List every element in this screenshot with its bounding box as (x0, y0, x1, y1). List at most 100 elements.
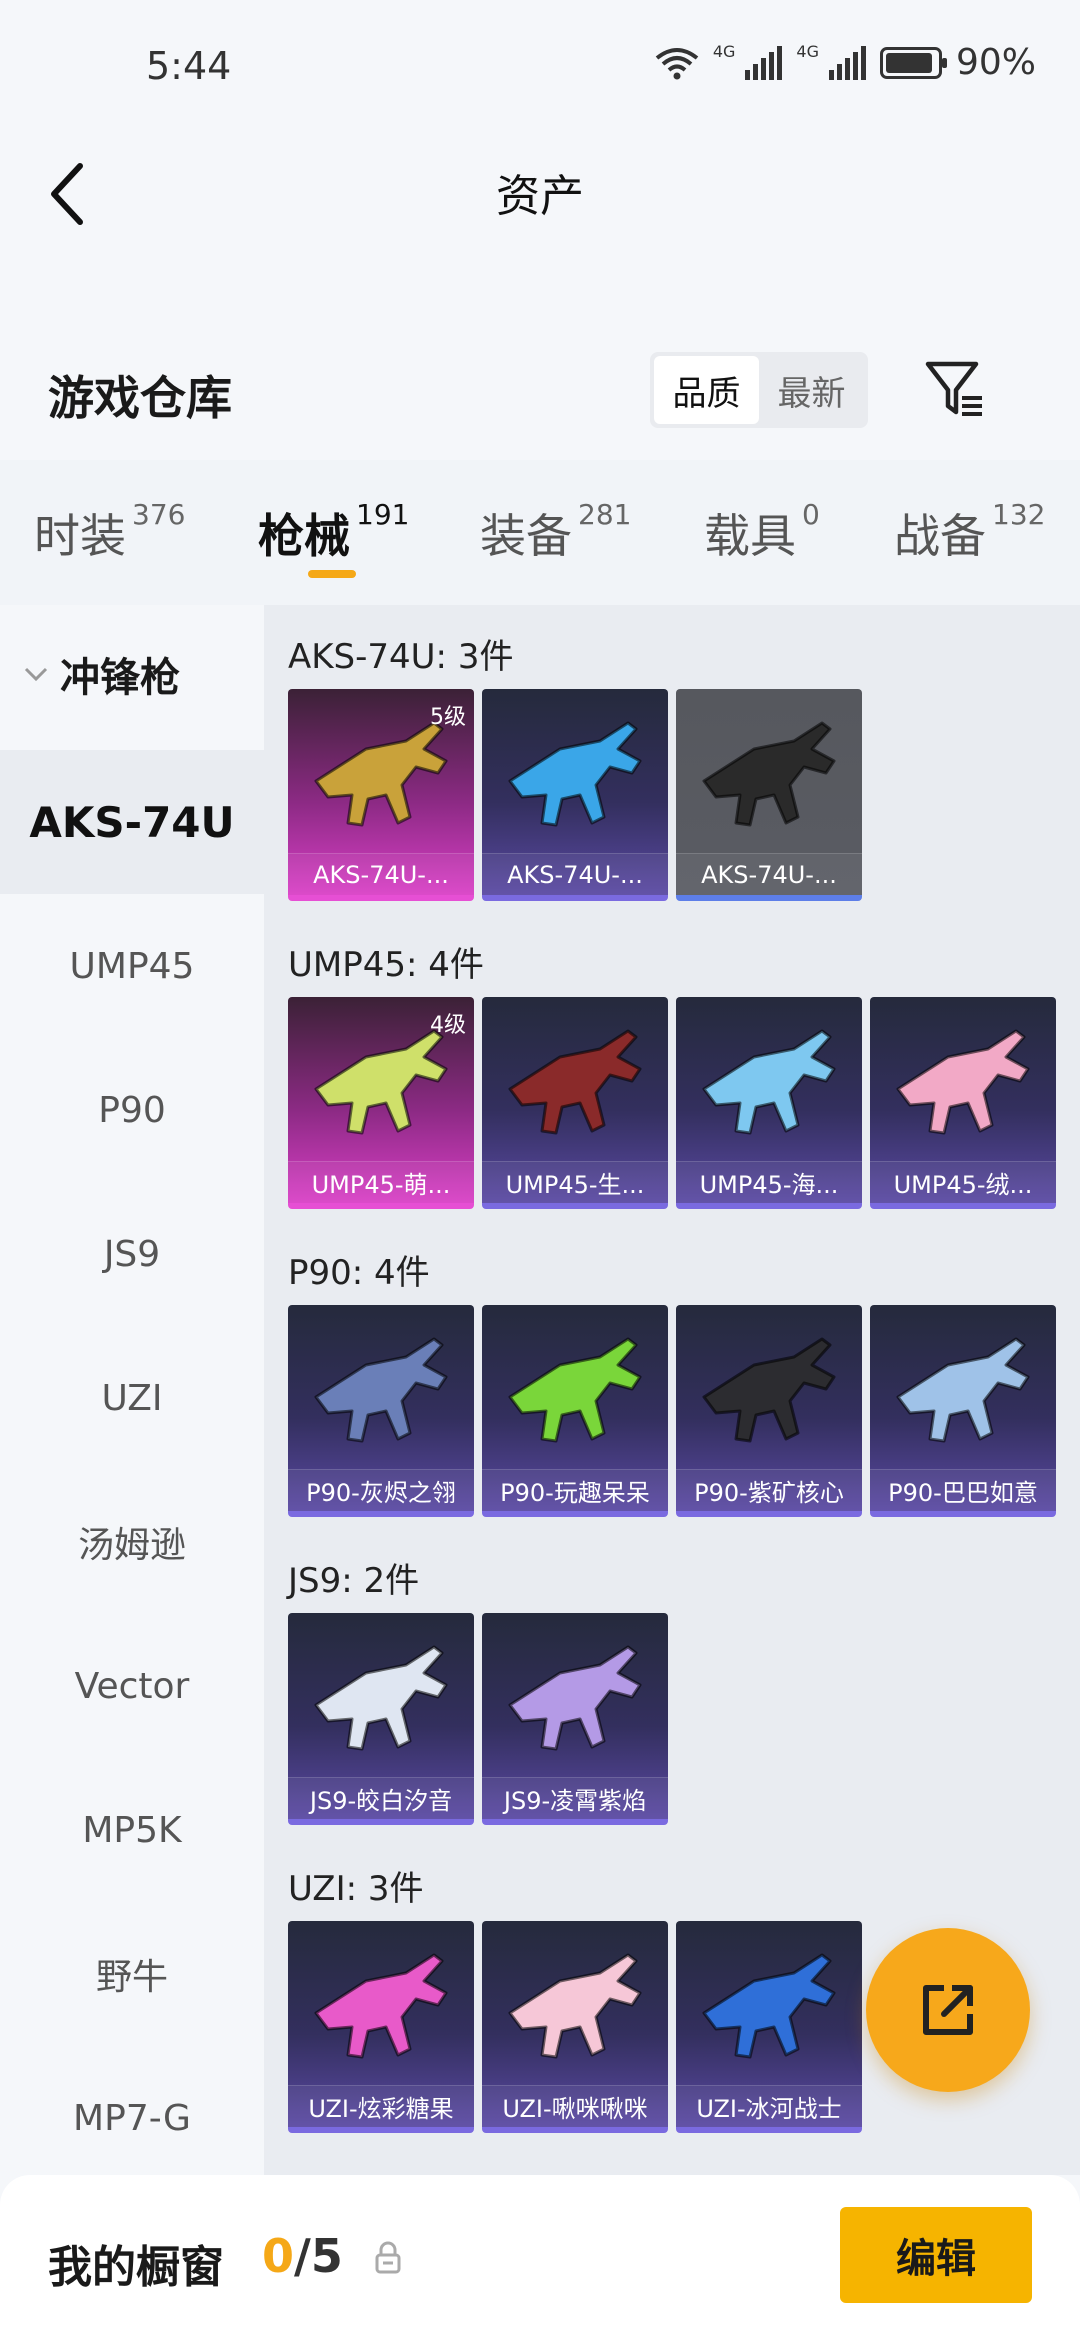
section-title: AKS-74U: 3件 (288, 637, 514, 677)
signal-icon-1 (745, 45, 783, 80)
sidebar-group-smg[interactable]: 冲锋枪 (22, 645, 180, 703)
tab-count: 0 (802, 498, 820, 531)
weapon-skin-card[interactable]: UMP45-生... (482, 997, 668, 1209)
weapon-skin-card[interactable]: P90-巴巴如意 (870, 1305, 1056, 1517)
sidebar-item-mp5k[interactable]: MP5K (0, 1758, 264, 1902)
weapon-image (896, 1337, 1030, 1443)
weapon-skin-card[interactable]: P90-紫矿核心 (676, 1305, 862, 1517)
sidebar-item-ump45[interactable]: UMP45 (0, 894, 264, 1038)
weapon-image (508, 1953, 642, 2059)
sort-toggle: 品质 最新 (650, 352, 868, 428)
weapon-image (702, 1029, 836, 1135)
skin-level-badge: 5级 (430, 705, 466, 730)
tab-label: 枪械 (258, 509, 350, 563)
tab-label: 载具 (704, 509, 796, 563)
status-bar: 5:44 4G 4G 90% (0, 0, 1080, 130)
showcase-count: 0/5 (262, 2229, 343, 2283)
skin-name: P90-灰烬之翎 (288, 1469, 474, 1511)
share-button[interactable] (866, 1928, 1030, 2092)
weapon-image (508, 1029, 642, 1135)
tab-label: 战备 (894, 509, 986, 563)
skin-name: UZI-炫彩糖果 (288, 2085, 474, 2127)
warehouse-header: 游戏仓库 品质 最新 (0, 340, 1080, 460)
sidebar-item-mp7g[interactable]: MP7-G (0, 2046, 264, 2190)
sidebar-item-bizon[interactable]: 野牛 (0, 1902, 264, 2046)
weapon-image (702, 1953, 836, 2059)
tab-firearms[interactable]: 枪械 191 (258, 498, 410, 566)
weapon-skin-card[interactable]: UZI-啾咪啾咪 (482, 1921, 668, 2133)
network-type-2: 4G (796, 42, 819, 61)
sidebar-group-label: 冲锋枪 (60, 655, 180, 701)
tab-fashion[interactable]: 时装 376 (34, 498, 186, 566)
weapon-skin-card[interactable]: JS9-皎白汐音 (288, 1613, 474, 1825)
sidebar-item-vector[interactable]: Vector (0, 1614, 264, 1758)
showcase-bar: 我的橱窗 0/5 编辑 (0, 2175, 1080, 2340)
weapon-skin-card[interactable]: P90-灰烬之翎 (288, 1305, 474, 1517)
share-icon (923, 1985, 973, 2035)
tab-battle-prep[interactable]: 战备 132 (894, 498, 1046, 566)
sidebar-item-thompson[interactable]: 汤姆逊 (0, 1470, 264, 1614)
weapon-skin-card[interactable]: JS9-凌霄紫焰 (482, 1613, 668, 1825)
tab-vehicles[interactable]: 载具 0 (704, 498, 820, 566)
skin-name: P90-玩趣呆呆 (482, 1469, 668, 1511)
skin-level-badge: 4级 (430, 1013, 466, 1038)
weapon-image (314, 1645, 448, 1751)
page-title: 资产 (496, 171, 584, 222)
status-icons: 4G 4G 90% (655, 42, 1036, 83)
section-title: P90: 4件 (288, 1253, 430, 1293)
sidebar-item-p90[interactable]: P90 (0, 1038, 264, 1182)
section-title: UMP45: 4件 (288, 945, 484, 985)
weapon-skin-card[interactable]: P90-玩趣呆呆 (482, 1305, 668, 1517)
weapon-type-sidebar: 冲锋枪 AKS-74U UMP45 P90 JS9 UZI 汤姆逊 Vector… (0, 605, 264, 2175)
skin-name: UZI-冰河战士 (676, 2085, 862, 2127)
sidebar-item-js9[interactable]: JS9 (0, 1182, 264, 1326)
showcase-label: 我的橱窗 (48, 2242, 224, 2293)
weapon-skin-card[interactable]: 4级 UMP45-萌... (288, 997, 474, 1209)
status-time: 5:44 (146, 44, 232, 88)
tab-label: 时装 (34, 509, 126, 563)
skin-name: JS9-皎白汐音 (288, 1777, 474, 1819)
weapon-image (314, 1953, 448, 2059)
weapon-skin-card[interactable]: AKS-74U-... (676, 689, 862, 901)
sidebar-item-uzi[interactable]: UZI (0, 1326, 264, 1470)
tab-label: 装备 (480, 509, 572, 563)
weapon-image (896, 1029, 1030, 1135)
battery-percent: 90% (955, 42, 1036, 83)
category-tabs: 时装 376 枪械 191 装备 281 载具 0 战备 132 (0, 460, 1080, 605)
tab-count: 132 (992, 498, 1046, 531)
tab-count: 191 (356, 498, 410, 531)
weapon-skin-card[interactable]: UMP45-绒... (870, 997, 1056, 1209)
weapon-image (702, 721, 836, 827)
weapon-image (508, 721, 642, 827)
skin-name: AKS-74U-... (676, 853, 862, 895)
section-title: UZI: 3件 (288, 1869, 424, 1909)
weapon-image (702, 1337, 836, 1443)
tab-equipment[interactable]: 装备 281 (480, 498, 632, 566)
skin-name: AKS-74U-... (482, 853, 668, 895)
skin-name: UMP45-生... (482, 1161, 668, 1203)
filter-icon (925, 361, 982, 416)
skin-name: UMP45-海... (676, 1161, 862, 1203)
warehouse-title: 游戏仓库 (48, 371, 232, 425)
sort-quality-option[interactable]: 品质 (654, 356, 759, 424)
sidebar-item-aks74u[interactable]: AKS-74U (0, 750, 264, 894)
weapon-image (508, 1645, 642, 1751)
weapon-skin-card[interactable]: UMP45-海... (676, 997, 862, 1209)
weapon-skin-card[interactable]: UZI-炫彩糖果 (288, 1921, 474, 2133)
tab-count: 281 (578, 498, 632, 531)
weapon-skin-card[interactable]: UZI-冰河战士 (676, 1921, 862, 2133)
skin-name: P90-巴巴如意 (870, 1469, 1056, 1511)
weapon-skin-card[interactable]: 5级 AKS-74U-... (288, 689, 474, 901)
tab-count: 376 (132, 498, 186, 531)
wifi-icon (655, 47, 699, 79)
showcase-current: 0 (262, 2229, 295, 2283)
skin-name: UMP45-萌... (288, 1161, 474, 1203)
showcase-total: /5 (294, 2229, 343, 2283)
edit-button[interactable]: 编辑 (840, 2207, 1032, 2303)
weapon-skin-card[interactable]: AKS-74U-... (482, 689, 668, 901)
sort-newest-option[interactable]: 最新 (759, 356, 864, 424)
active-tab-indicator (308, 570, 356, 578)
filter-button[interactable] (920, 354, 990, 424)
battery-icon (879, 46, 947, 79)
weapon-image (508, 1337, 642, 1443)
